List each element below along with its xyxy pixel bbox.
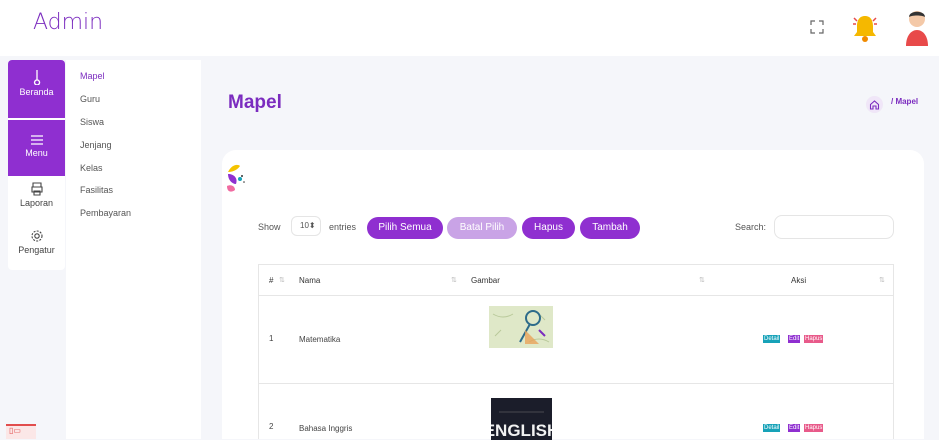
deselect-button[interactable]: Batal Pilih [447, 217, 517, 239]
search-input[interactable] [774, 215, 894, 239]
entries-value: 10 [300, 221, 309, 230]
sort-icon[interactable]: ⇅ [279, 276, 285, 284]
nav-beranda-label: Beranda [19, 87, 54, 97]
row1-nama: Matematika [299, 335, 341, 344]
decorative-logo-icon [227, 164, 245, 192]
entries-label: entries [329, 222, 357, 232]
home-icon[interactable] [866, 96, 883, 113]
col-header-gambar[interactable]: Gambar [471, 276, 500, 285]
sort-icon[interactable]: ⇅ [699, 276, 705, 284]
table-divider [259, 383, 893, 384]
nav-laporan-label: Laporan [19, 198, 54, 208]
select-arrows-icon: ⬍ [308, 221, 316, 230]
icon-sidebar: Beranda Menu Laporan Pengatur [8, 60, 65, 270]
submenu-item-pembayaran[interactable]: Pembayaran [80, 208, 131, 218]
row1-detail-button[interactable]: Detail [763, 335, 781, 343]
nav-pengatur[interactable]: Pengatur [8, 223, 65, 268]
show-label: Show [258, 222, 281, 232]
row1-image-math [489, 306, 553, 348]
delete-button[interactable]: Hapus [522, 217, 575, 239]
row2-nama: Bahasa Inggris [299, 424, 353, 433]
entries-select[interactable]: 10⬍ [291, 216, 321, 236]
thermometer-icon [33, 70, 40, 85]
row2-image-label: ENGLISH [491, 421, 552, 440]
data-table: # ⇅ Nama ⇅ Gambar ⇅ Aksi ⇅ 1 Matematika … [258, 264, 894, 440]
gear-icon [30, 230, 43, 242]
sort-icon[interactable]: ⇅ [879, 276, 885, 284]
top-bar: Admin [0, 0, 939, 56]
avatar[interactable] [904, 8, 930, 46]
expand-icon[interactable] [810, 20, 824, 34]
bell-icon[interactable] [850, 10, 880, 44]
row1-edit-button[interactable]: Edit [788, 335, 801, 343]
corner-thumbnail[interactable]: ▯▭ [6, 424, 36, 439]
nav-menu-label: Menu [25, 148, 48, 158]
row2-edit-button[interactable]: Edit [788, 424, 801, 432]
submenu-item-jenjang[interactable]: Jenjang [80, 140, 112, 150]
row2-image-english: ENGLISH [491, 398, 552, 440]
page-title: Mapel [228, 92, 282, 113]
submenu-item-siswa[interactable]: Siswa [80, 117, 104, 127]
nav-laporan[interactable]: Laporan [8, 178, 65, 220]
col-header-nama[interactable]: Nama [299, 276, 320, 285]
add-button[interactable]: Tambah [580, 217, 640, 239]
row1-no: 1 [269, 334, 274, 343]
search-label: Search: [735, 222, 767, 232]
nav-beranda[interactable]: Beranda [8, 60, 65, 118]
row2-delete-button[interactable]: Hapus [804, 424, 824, 432]
nav-pengatur-label: Pengatur [18, 245, 55, 255]
submenu-item-guru[interactable]: Guru [80, 94, 100, 104]
submenu-item-mapel[interactable]: Mapel [80, 71, 105, 81]
col-header-aksi[interactable]: Aksi [791, 276, 806, 285]
table-divider [259, 295, 893, 296]
select-all-button[interactable]: Pilih Semua [367, 217, 443, 239]
col-header-no[interactable]: # [269, 276, 273, 285]
nav-menu[interactable]: Menu [8, 120, 65, 176]
row1-delete-button[interactable]: Hapus [804, 335, 824, 343]
submenu: Mapel Guru Siswa Jenjang Kelas Fasilitas… [66, 60, 201, 439]
submenu-item-fasilitas[interactable]: Fasilitas [80, 185, 113, 195]
brand-title: Admin [33, 10, 104, 35]
sort-icon[interactable]: ⇅ [451, 276, 457, 284]
printer-icon [30, 182, 43, 196]
hamburger-icon [30, 135, 43, 145]
breadcrumb: / Mapel [891, 97, 919, 106]
row2-no: 2 [269, 422, 274, 431]
submenu-item-kelas[interactable]: Kelas [80, 163, 103, 173]
row2-detail-button[interactable]: Detail [763, 424, 781, 432]
